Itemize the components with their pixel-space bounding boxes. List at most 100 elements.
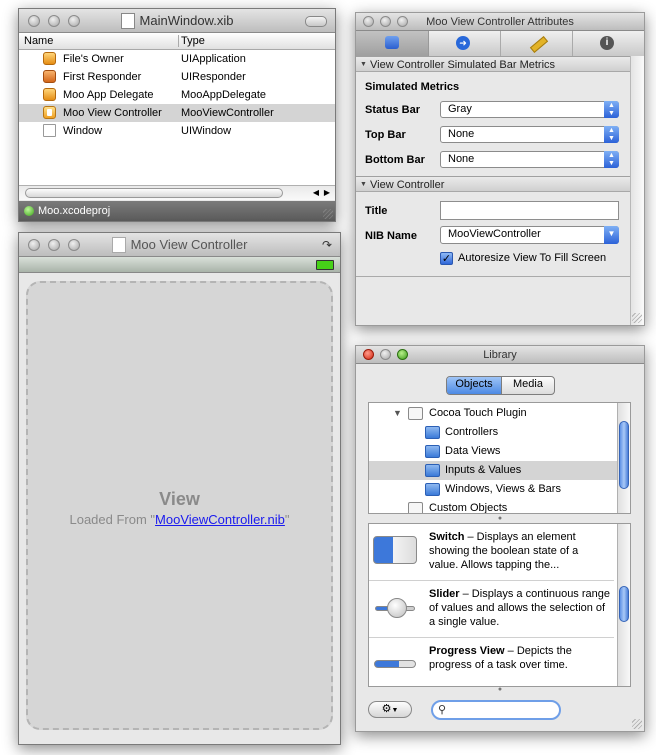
- title-field[interactable]: [440, 201, 619, 220]
- action-menu-button[interactable]: ⚙▼: [368, 701, 412, 718]
- tree-item-controllers[interactable]: Controllers: [369, 423, 630, 442]
- minimize-button[interactable]: [380, 16, 391, 27]
- search-field[interactable]: ⚲: [431, 700, 561, 720]
- column-header-name[interactable]: Name: [24, 33, 53, 49]
- horizontal-scrollbar[interactable]: ◀ ▶: [19, 185, 335, 200]
- splitter-handle-bottom[interactable]: ●: [356, 685, 644, 694]
- object-row-view-controller[interactable]: Moo View Controller MooViewController: [19, 104, 335, 122]
- zoom-button[interactable]: [68, 239, 80, 251]
- tree-item-data-views[interactable]: Data Views: [369, 442, 630, 461]
- close-button[interactable]: [28, 15, 40, 27]
- status-bar-popup[interactable]: Gray ▲ ▼: [440, 101, 619, 118]
- outline-header: Name Type: [19, 33, 335, 50]
- item-name: Slider: [429, 588, 460, 600]
- top-bar-popup[interactable]: None ▲ ▼: [440, 126, 619, 143]
- chevron-down-icon[interactable]: ▼: [604, 226, 619, 244]
- object-row-window[interactable]: Window UIWindow: [19, 122, 335, 140]
- progress-bar-icon: [374, 660, 416, 668]
- zoom-button[interactable]: [397, 16, 408, 27]
- inspector-titlebar: Moo View Controller Attributes: [356, 13, 644, 31]
- nib-file-link[interactable]: MooViewController.nib: [155, 512, 285, 527]
- section-simulated-bar-metrics[interactable]: View Controller Simulated Bar Metrics: [356, 56, 630, 73]
- autoresize-checkbox[interactable]: ✓: [440, 252, 453, 265]
- minimize-button[interactable]: [48, 239, 60, 251]
- gear-icon: ⚙: [381, 703, 392, 715]
- library-items: Switch – Displays an element showing the…: [368, 523, 631, 687]
- segment-media[interactable]: Media: [502, 377, 554, 394]
- popup-arrows-icon: ▲ ▼: [604, 101, 619, 118]
- object-type: UIApplication: [181, 53, 246, 65]
- rotate-icon[interactable]: ↷: [322, 233, 332, 257]
- object-name: Moo View Controller: [63, 107, 162, 119]
- library-item-slider[interactable]: Slider – Displays a continuous range of …: [369, 581, 614, 638]
- title-label: Title: [365, 205, 388, 217]
- library-item-progress-view[interactable]: Progress View – Depicts the progress of …: [369, 638, 614, 686]
- slider-thumb-icon: [387, 598, 407, 618]
- minimize-button[interactable]: [48, 15, 60, 27]
- segment-objects[interactable]: Objects: [447, 377, 502, 394]
- scroll-left-arrow[interactable]: ◀: [313, 186, 319, 200]
- close-button[interactable]: [28, 239, 40, 251]
- scroll-knob[interactable]: [619, 586, 629, 622]
- scroll-knob[interactable]: [25, 188, 283, 198]
- minimize-button[interactable]: [380, 349, 391, 360]
- library-item-switch[interactable]: Switch – Displays an element showing the…: [369, 524, 614, 581]
- zoom-button[interactable]: [68, 15, 80, 27]
- simulated-status-bar: [19, 257, 340, 273]
- search-input[interactable]: [451, 703, 555, 719]
- autoresize-label[interactable]: Autoresize View To Fill Screen: [458, 252, 606, 264]
- tree-label: Data Views: [445, 445, 501, 457]
- project-name[interactable]: Moo.xcodeproj: [38, 201, 110, 221]
- toolbar-toggle-button[interactable]: [305, 16, 327, 27]
- tab-identity[interactable]: i: [572, 31, 644, 56]
- object-row-files-owner[interactable]: File's Owner UIApplication: [19, 50, 335, 68]
- tree-item-cocoa-touch-plugin[interactable]: ▼ Cocoa Touch Plugin: [369, 404, 630, 423]
- status-bar-value: Gray: [448, 103, 472, 115]
- scroll-knob[interactable]: [619, 421, 629, 489]
- items-scrollbar[interactable]: [617, 524, 630, 686]
- folder-icon: [425, 445, 440, 458]
- nib-name-combo[interactable]: MooViewController ▼: [440, 226, 619, 244]
- popup-arrows-icon: ▲ ▼: [604, 126, 619, 143]
- tree-item-windows-views-bars[interactable]: Windows, Views & Bars: [369, 480, 630, 499]
- close-button[interactable]: [363, 16, 374, 27]
- object-row-first-responder[interactable]: First Responder UIResponder: [19, 68, 335, 86]
- tree-scrollbar[interactable]: [617, 403, 630, 513]
- inspector-divider: [356, 276, 630, 277]
- library-item-text: Progress View – Depicts the progress of …: [429, 644, 610, 672]
- tree-item-inputs-values[interactable]: Inputs & Values: [369, 461, 630, 480]
- disclosure-triangle-icon[interactable]: ▼: [393, 404, 402, 422]
- simulated-metrics-heading: Simulated Metrics: [365, 81, 460, 93]
- window-icon: [43, 124, 56, 137]
- switch-icon: [373, 536, 417, 564]
- folder-icon: [425, 483, 440, 496]
- object-row-app-delegate[interactable]: Moo App Delegate MooAppDelegate: [19, 86, 335, 104]
- item-name: Switch: [429, 531, 465, 543]
- object-type: MooAppDelegate: [181, 89, 267, 101]
- scroll-right-arrow[interactable]: ▶: [324, 186, 330, 200]
- resize-grip[interactable]: [632, 313, 642, 323]
- close-button[interactable]: [363, 349, 374, 360]
- resize-grip[interactable]: [632, 719, 642, 729]
- library-title: Library: [483, 349, 517, 361]
- ruler-icon: [529, 36, 549, 53]
- object-name: Moo App Delegate: [63, 89, 154, 101]
- arrow-circle-icon: ➜: [456, 36, 470, 50]
- resize-grip[interactable]: [323, 209, 333, 219]
- column-header-type[interactable]: Type: [181, 33, 205, 49]
- tree-item-custom-objects[interactable]: Custom Objects: [369, 499, 630, 513]
- tab-connections[interactable]: ➜: [428, 31, 501, 56]
- view-placeholder[interactable]: View Loaded From "MooViewController.nib": [26, 281, 333, 730]
- inspector-title: Moo View Controller Attributes: [426, 16, 574, 28]
- cube-icon: [43, 88, 56, 101]
- tree-label: Controllers: [445, 426, 499, 438]
- splitter-handle[interactable]: ●: [356, 514, 644, 523]
- section-view-controller[interactable]: View Controller: [356, 176, 630, 193]
- inspector-scrollbar[interactable]: [630, 56, 644, 325]
- tab-attributes[interactable]: [356, 31, 429, 56]
- zoom-button[interactable]: [397, 349, 408, 360]
- tab-size[interactable]: [500, 31, 573, 56]
- folder-icon: [425, 426, 440, 439]
- bottom-bar-popup[interactable]: None ▲ ▼: [440, 151, 619, 168]
- status-bar-label: Status Bar: [365, 104, 421, 116]
